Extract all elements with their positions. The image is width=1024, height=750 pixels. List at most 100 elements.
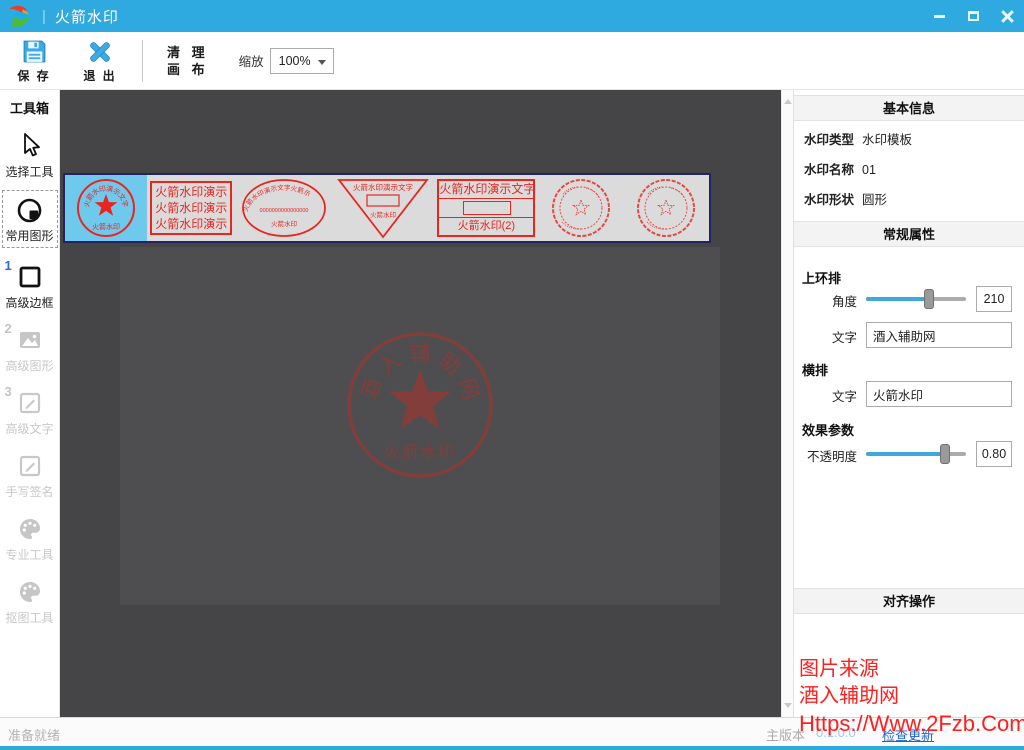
triangle-stamp-thumb: 火箭水印演示文字 火箭水印: [333, 176, 433, 240]
template-triangle-stamp[interactable]: 火箭水印演示文字 火箭水印: [331, 175, 434, 241]
angle-slider[interactable]: [866, 289, 966, 309]
overlay-line2: 酒入辅助网: [799, 683, 1024, 710]
tool-advanced-graphics: 2 高级图形: [2, 325, 58, 374]
square-stamp-thumb: 火箭水印演示 火箭水印演示 火箭水印演示: [150, 181, 232, 235]
save-button[interactable]: 保 存: [8, 38, 60, 84]
template-circle-stamp[interactable]: 火 箭 水 印 演 示 文 字 火箭水印: [65, 175, 147, 241]
source-watermark-overlay: 图片来源 酒入辅助网 Https://Www.2Fzb.Com: [799, 656, 1024, 737]
upper-arc-section-title: 上环排: [802, 268, 841, 287]
tool-advanced-border-label: 高级边框: [2, 294, 58, 311]
horizontal-text-row: 文字: [794, 381, 1024, 407]
status-ready-text: 准备就绪: [8, 725, 60, 744]
vertical-scrollbar[interactable]: [781, 90, 793, 717]
tool-advanced-graphics-label: 高级图形: [2, 357, 58, 374]
tool-number-badge: 2: [5, 321, 12, 336]
zoom-select[interactable]: 100%: [270, 48, 334, 74]
toolbar-separator: [142, 40, 143, 82]
watermark-shape-row: 水印形状圆形: [804, 189, 887, 208]
basic-info-header: 基本信息: [794, 95, 1024, 121]
window-bottom-accent: [0, 746, 1024, 750]
close-button[interactable]: [990, 0, 1024, 32]
distressed-stamp-thumb: [546, 176, 616, 240]
app-window: | 火箭水印 保 存: [0, 0, 1024, 750]
pencil-box-icon: [17, 453, 43, 479]
upper-text-input[interactable]: [866, 322, 1012, 348]
slider-fill: [866, 297, 928, 301]
svg-text:网: 网: [454, 376, 482, 403]
template-oval-stamp[interactable]: 火箭水印演示文字火箭示 0000000000000000 火箭水印: [236, 175, 331, 241]
slider-thumb[interactable]: [940, 444, 950, 464]
tool-select-label: 选择工具: [2, 163, 58, 180]
align-ops-header: 对齐操作: [794, 588, 1024, 614]
slider-fill: [866, 452, 944, 456]
zoom-value: 100%: [279, 54, 311, 68]
svg-text:字: 字: [120, 199, 130, 208]
save-floppy-icon: [21, 38, 48, 65]
tool-signature: 手写签名: [2, 451, 58, 500]
exit-button-label: 退 出: [74, 67, 126, 84]
window-title: 火箭水印: [55, 6, 119, 27]
slider-thumb[interactable]: [924, 289, 934, 309]
title-bar: | 火箭水印: [0, 0, 1024, 32]
rect-stamp-thumb: 火箭水印演示文字 火箭水印(2): [437, 179, 535, 237]
svg-text:酒: 酒: [358, 376, 386, 403]
watermark-name-label: 水印名称: [804, 163, 854, 177]
watermark-name-value: 01: [862, 163, 876, 177]
svg-text:辅: 辅: [410, 343, 431, 366]
watermark-shape-value: 圆形: [862, 193, 887, 207]
opacity-slider[interactable]: [866, 444, 966, 464]
canvas-area[interactable]: 火 箭 水 印 演 示 文 字 火箭水印 火箭水: [60, 90, 781, 717]
tool-advanced-border[interactable]: 1 高级边框: [2, 262, 58, 311]
watermark-name-row: 水印名称 01: [804, 159, 876, 178]
tool-common-shapes-label: 常用图形: [3, 227, 57, 244]
canvas-watermark-stamp[interactable]: 酒 入 辅 助 网 火箭水印: [335, 320, 505, 490]
template-strip: 火 箭 水 印 演 示 文 字 火箭水印 火箭水: [63, 173, 711, 243]
effects-section-title: 效果参数: [802, 420, 854, 439]
palette-icon: [17, 516, 43, 542]
rect-stamp-inner-box: [463, 201, 511, 215]
opacity-label: 不透明度: [807, 446, 857, 465]
distressed-stamp-thumb: [631, 176, 701, 240]
horizontal-text-label: 文字: [832, 386, 857, 405]
app-logo-icon: [6, 3, 34, 29]
clean-canvas-button[interactable]: 清 理 画 布: [167, 44, 209, 78]
opacity-value-box[interactable]: 0.80: [976, 441, 1012, 467]
close-icon: [1001, 10, 1014, 23]
tool-number-badge: 3: [5, 384, 12, 399]
template-distressed-stamp-1[interactable]: [538, 175, 623, 241]
horizontal-section-title: 横排: [802, 360, 828, 379]
angle-value-box[interactable]: 210: [976, 286, 1012, 312]
image-icon: [17, 327, 43, 353]
cursor-arrow-icon: [17, 132, 43, 160]
template-distressed-stamp-2[interactable]: [624, 175, 709, 241]
template-square-lines[interactable]: 火箭水印演示 火箭水印演示 火箭水印演示: [147, 175, 236, 241]
tool-cutout: 抠图工具: [2, 577, 58, 626]
watermark-type-value: 水印模板: [862, 133, 912, 147]
tool-number-badge: 1: [5, 258, 12, 273]
save-button-label: 保 存: [8, 67, 60, 84]
tool-professional: 专业工具: [2, 514, 58, 563]
scroll-up-icon[interactable]: [784, 99, 792, 104]
circle-stamp-thumb: 火 箭 水 印 演 示 文 字 火箭水印: [67, 176, 145, 240]
template-rect-stamp[interactable]: 火箭水印演示文字 火箭水印(2): [435, 175, 538, 241]
exit-x-icon: [87, 39, 113, 65]
scroll-down-icon[interactable]: [784, 703, 792, 708]
tool-advanced-text-label: 高级文字: [2, 420, 58, 437]
maximize-icon: [968, 11, 979, 21]
tool-advanced-text: 3 高级文字: [2, 388, 58, 437]
watermark-type-label: 水印类型: [804, 133, 854, 147]
angle-label: 角度: [832, 291, 857, 310]
maximize-button[interactable]: [956, 0, 990, 32]
upper-text-row: 文字: [794, 322, 1024, 348]
minimize-icon: [934, 15, 945, 18]
horizontal-text-input[interactable]: [866, 381, 1012, 407]
oval-stamp-thumb: 火箭水印演示文字火箭示 0000000000000000 火箭水印: [238, 176, 330, 240]
exit-button[interactable]: 退 出: [74, 38, 126, 84]
clean-canvas-line2: 画 布: [167, 61, 209, 78]
svg-text:火箭水印: 火箭水印: [92, 222, 120, 231]
tool-select[interactable]: 选择工具: [2, 131, 58, 180]
minimize-button[interactable]: [922, 0, 956, 32]
square-outline-icon: [17, 264, 43, 290]
tool-common-shapes[interactable]: 常用图形: [2, 190, 58, 248]
properties-panel: 基本信息 水印类型水印模板 水印名称01 水印形状圆形 常规属性 上环排 角度 …: [793, 90, 1024, 717]
